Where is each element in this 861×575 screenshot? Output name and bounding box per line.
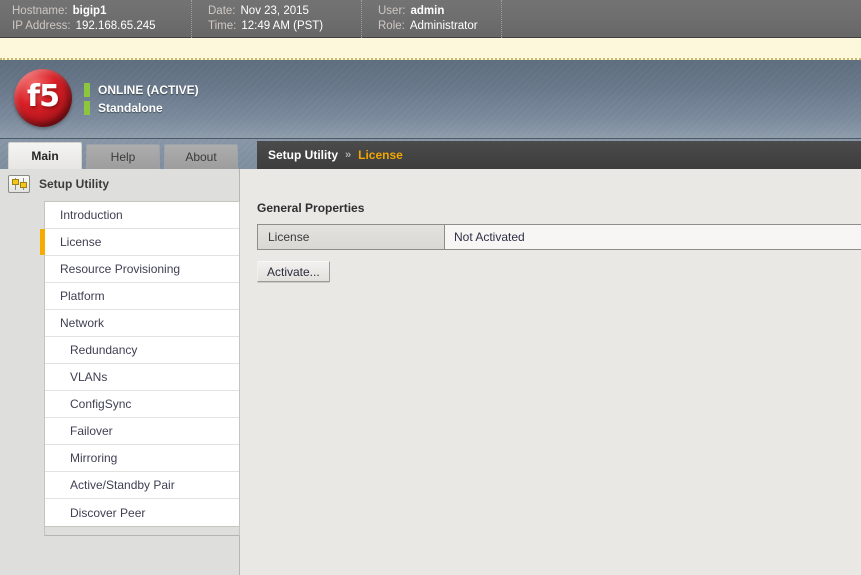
status-line-role: Role: Administrator	[378, 19, 483, 34]
device-status-mode-row: Standalone	[84, 101, 199, 115]
status-group-user: User: admin Role: Administrator	[362, 0, 502, 38]
page-title: General Properties	[257, 201, 365, 215]
sidebar-item-label: ConfigSync	[70, 397, 132, 411]
sidebar: Setup Utility Introduction License Resou…	[0, 169, 240, 575]
sidebar-item-label: Resource Provisioning	[60, 262, 181, 276]
device-status-online-row: ONLINE (ACTIVE)	[84, 83, 199, 97]
status-group-datetime: Date: Nov 23, 2015 Time: 12:49 AM (PST)	[192, 0, 362, 38]
status-line-time: Time: 12:49 AM (PST)	[208, 19, 343, 34]
slider-glyph-left	[11, 177, 19, 191]
sidebar-item-label: Active/Standby Pair	[70, 478, 175, 492]
sidebar-item-platform[interactable]: Platform	[45, 283, 239, 310]
sidebar-item-discover-peer[interactable]: Discover Peer	[45, 499, 239, 526]
status-line-date: Date: Nov 23, 2015	[208, 4, 343, 19]
tab-about[interactable]: About	[164, 144, 238, 169]
sidebar-title-label: Setup Utility	[39, 177, 110, 191]
time-label: Time:	[208, 19, 237, 32]
sidebar-item-redundancy[interactable]: Redundancy	[45, 337, 239, 364]
device-status-secondary: Standalone	[98, 101, 163, 115]
status-line-ip: IP Address: 192.168.65.245	[12, 19, 173, 34]
time-value: 12:49 AM (PST)	[241, 19, 324, 32]
sidebar-item-introduction[interactable]: Introduction	[45, 202, 239, 229]
ip-address-value: 192.168.65.245	[75, 19, 156, 32]
role-value: Administrator	[409, 19, 478, 32]
status-indicator-bar-icon	[84, 101, 90, 115]
device-status-primary: ONLINE (ACTIVE)	[98, 83, 199, 97]
sidebar-item-vlans[interactable]: VLANs	[45, 364, 239, 391]
sidebar-item-label: Failover	[70, 424, 113, 438]
sidebar-item-active-standby-pair[interactable]: Active/Standby Pair	[45, 472, 239, 499]
main-content: General Properties License Not Activated…	[240, 169, 861, 575]
breadcrumb-root[interactable]: Setup Utility	[268, 148, 338, 162]
date-value: Nov 23, 2015	[240, 4, 309, 17]
sidebar-item-label: Mirroring	[70, 451, 118, 465]
page-body: Setup Utility Introduction License Resou…	[0, 169, 861, 575]
status-line-user: User: admin	[378, 4, 483, 19]
breadcrumb: Setup Utility » License	[257, 141, 861, 169]
status-line-hostname: Hostname: bigip1	[12, 4, 173, 19]
main-tab-strip: Main Help About	[0, 139, 242, 169]
product-banner: f5 ONLINE (ACTIVE) Standalone	[0, 60, 861, 139]
license-property-value: Not Activated	[445, 225, 861, 249]
sidebar-item-network[interactable]: Network	[45, 310, 239, 337]
activate-button[interactable]: Activate...	[257, 261, 330, 282]
hostname-label: Hostname:	[12, 4, 68, 17]
hostname-value: bigip1	[72, 4, 107, 17]
date-label: Date:	[208, 4, 236, 17]
tab-about-label: About	[185, 150, 217, 164]
tab-help[interactable]: Help	[86, 144, 160, 169]
tab-main-label: Main	[31, 149, 59, 163]
sidebar-item-label: VLANs	[70, 370, 108, 384]
breadcrumb-current: License	[358, 148, 403, 162]
general-properties-table: License Not Activated	[257, 224, 861, 250]
status-group-host: Hostname: bigip1 IP Address: 192.168.65.…	[12, 0, 192, 38]
sidebar-item-mirroring[interactable]: Mirroring	[45, 445, 239, 472]
sidebar-item-license[interactable]: License	[40, 229, 239, 256]
sidebar-item-label: Network	[60, 316, 105, 330]
navigation-row: Main Help About Setup Utility » License	[0, 139, 861, 169]
status-indicator-bar-icon	[84, 83, 90, 97]
role-label: Role:	[378, 19, 405, 32]
sliders-icon	[8, 175, 30, 193]
f5-logo-text: f5	[27, 79, 60, 114]
system-status-bar: Hostname: bigip1 IP Address: 192.168.65.…	[0, 0, 861, 38]
breadcrumb-separator-icon: »	[345, 149, 352, 161]
sidebar-item-label: Platform	[60, 289, 105, 303]
sidebar-item-label: License	[60, 235, 102, 249]
sidebar-item-label: Discover Peer	[70, 505, 146, 520]
tab-main[interactable]: Main	[8, 142, 82, 169]
slider-glyph-right	[19, 177, 27, 191]
sidebar-item-failover[interactable]: Failover	[45, 418, 239, 445]
sidebar-item-label: Redundancy	[70, 343, 138, 357]
tab-help-label: Help	[110, 150, 136, 164]
user-value: admin	[410, 4, 445, 17]
f5-logo-icon: f5	[14, 69, 72, 127]
sidebar-item-label: Introduction	[60, 208, 123, 222]
notification-strip	[0, 38, 861, 60]
device-status-block: ONLINE (ACTIVE) Standalone	[84, 83, 199, 115]
sidebar-header: Setup Utility	[0, 169, 239, 199]
license-property-label: License	[257, 225, 445, 249]
sidebar-menu: Introduction License Resource Provisioni…	[40, 201, 240, 527]
sidebar-menu-footer	[44, 527, 240, 536]
sidebar-item-configsync[interactable]: ConfigSync	[45, 391, 239, 418]
ip-address-label: IP Address:	[12, 19, 71, 32]
user-label: User:	[378, 4, 406, 17]
sidebar-item-resource-provisioning[interactable]: Resource Provisioning	[45, 256, 239, 283]
